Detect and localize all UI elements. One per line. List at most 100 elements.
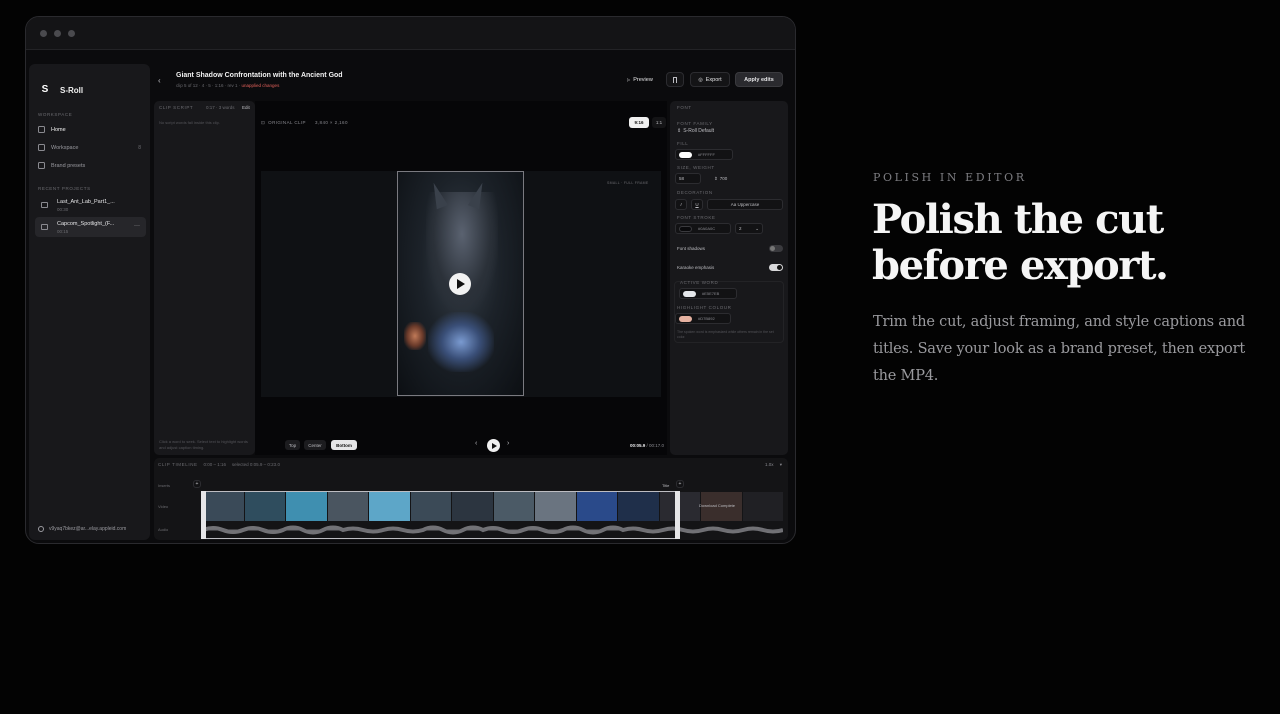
workspace-section-label: WORKSPACE <box>38 112 73 117</box>
chevron-down-icon: ⌄ <box>755 225 759 231</box>
home-icon <box>38 126 45 133</box>
ratio-9-16-button[interactable]: 9:16 <box>629 117 649 128</box>
audio-track-label: Audio <box>158 527 169 532</box>
karaoke-emphasis-toggle[interactable] <box>769 264 783 271</box>
add-title-button[interactable]: + <box>676 480 684 488</box>
script-empty-state: No script words fall inside this clip. <box>159 120 220 125</box>
section-body: Trim the cut, adjust framing, and style … <box>873 314 1245 384</box>
uppercase-toggle[interactable]: Aa Uppercase <box>707 199 783 210</box>
caption-position-center[interactable]: Center <box>304 440 326 450</box>
highlight-color-picker[interactable]: #D7B892 <box>675 313 731 324</box>
italic-toggle[interactable]: I <box>675 199 687 210</box>
font-family-label: FONT FAMILY <box>677 121 713 126</box>
sidebar: S S-Roll WORKSPACE Home Workspace 8 Bran… <box>29 64 150 540</box>
font-shadows-toggle[interactable] <box>769 245 783 252</box>
window-titlebar <box>26 17 795 50</box>
decoration-label: DECORATION <box>677 190 713 195</box>
script-meta: 0:17 · 3 words <box>206 105 235 110</box>
clip-resolution: 3,840 × 2,160 <box>315 120 348 125</box>
account-row[interactable]: v9yaq7bkez@ar...elay.appleid.com <box>38 526 126 532</box>
chevron-up-down-icon: ⇕ <box>677 128 682 134</box>
bookmark-button[interactable] <box>666 72 684 87</box>
folder-icon <box>38 144 45 151</box>
minimize-window-dot[interactable] <box>54 30 61 37</box>
editor-window: S S-Roll WORKSPACE Home Workspace 8 Bran… <box>25 16 796 544</box>
vertical-crop-frame[interactable] <box>397 171 524 396</box>
end-clip-label: Download Complete <box>699 503 736 508</box>
highlight-color-label: HIGHLIGHT COLOUR <box>677 305 732 310</box>
app-name: S-Roll <box>60 85 84 95</box>
previous-frame-icon[interactable]: ‹ <box>475 440 477 447</box>
fill-color-picker[interactable]: #FFFFFF <box>675 149 733 160</box>
clip-script-label: CLIP SCRIPT <box>159 105 194 110</box>
add-insert-button[interactable]: + <box>193 480 201 488</box>
trim-end-handle[interactable] <box>675 491 680 539</box>
highlight-swatch <box>679 315 692 322</box>
preview-button[interactable]: ▷ Preview <box>620 72 660 87</box>
script-edit-button[interactable]: Edit <box>242 105 250 110</box>
sidebar-item-workspace[interactable]: Workspace 8 <box>38 142 141 153</box>
play-button[interactable] <box>487 439 500 452</box>
more-options-icon[interactable]: ··· <box>134 223 140 229</box>
user-icon <box>38 526 44 532</box>
title-clip-tag[interactable]: Title <box>662 483 669 488</box>
active-word-swatch <box>683 290 696 297</box>
caption-position-top[interactable]: Top <box>285 440 300 450</box>
font-shadows-label: Font shadows <box>677 246 706 251</box>
inserts-track-label: Inserts <box>158 483 171 488</box>
font-weight-select[interactable]: ⇕ 700 <box>714 176 727 182</box>
stroke-width-select[interactable]: 2 ⌄ <box>735 223 763 234</box>
karaoke-hint: The spoken word is emphasized while othe… <box>677 330 774 339</box>
section-kicker: POLISH IN EDITOR <box>873 171 1027 184</box>
ratio-1-1-button[interactable]: 1:1 <box>652 117 666 128</box>
stroke-swatch <box>679 225 692 232</box>
timeline-label: CLIP TIMELINE 0:00 – 1:16 selected 0:05.… <box>158 462 280 467</box>
maximize-window-dot[interactable] <box>68 30 75 37</box>
caption-position-bottom[interactable]: Bottom <box>331 440 357 450</box>
active-word-color-picker[interactable]: #E5E7EB <box>679 288 737 299</box>
fill-swatch <box>679 151 692 158</box>
export-button[interactable]: ◎ Export <box>690 72 730 87</box>
timeline-selection-range[interactable] <box>203 491 678 539</box>
chevron-down-icon: ▾ <box>779 462 782 467</box>
font-family-select[interactable]: ⇕ S-Roll Default <box>677 128 714 134</box>
original-clip-label: ⊡ ORIGINAL CLIP <box>261 120 306 125</box>
crop-icon: ⊡ <box>261 120 266 125</box>
karaoke-emphasis-label: Karaoke emphasis <box>677 265 715 270</box>
font-style-panel: FONT FONT FAMILY ⇕ S-Roll Default FILL #F… <box>670 101 788 455</box>
play-overlay-icon[interactable] <box>449 273 471 295</box>
underline-toggle[interactable]: U <box>691 199 703 210</box>
sidebar-item-home[interactable]: Home <box>38 124 141 135</box>
recent-projects-label: RECENT PROJECTS <box>38 186 91 191</box>
app-logo[interactable]: S S-Roll <box>39 84 83 96</box>
script-footer-hint: Click a word to seek. Select text to hig… <box>159 439 248 450</box>
apply-edits-button[interactable]: Apply edits <box>735 72 783 87</box>
clip-meta: clip 5 of 12 · 4 · 5 · 1:16 · rev 1 · un… <box>176 83 280 88</box>
active-word-label: ACTIVE WORD <box>680 280 719 285</box>
export-icon: ◎ <box>698 76 703 83</box>
sidebar-item-brand-presets[interactable]: Brand presets <box>38 160 141 171</box>
font-stroke-label: FONT STROKE <box>677 215 716 220</box>
chevron-up-down-icon: ⇕ <box>714 176 718 181</box>
workspace-count: 8 <box>138 144 141 151</box>
timeline-zoom-select[interactable]: 1.0x ▾ <box>765 462 782 468</box>
unapplied-changes-label: unapplied changes <box>241 83 280 88</box>
close-window-dot[interactable] <box>40 30 47 37</box>
clip-title: Giant Shadow Confrontation with the Anci… <box>176 72 343 79</box>
editor-header: ‹ Giant Shadow Confrontation with the An… <box>154 64 788 98</box>
video-track-label: Video <box>158 504 169 509</box>
clip-timeline: CLIP TIMELINE 0:00 – 1:16 selected 0:05.… <box>154 458 788 540</box>
recent-project-item[interactable]: Last_Ant_Lab_Part1_... 00:30 <box>35 195 146 215</box>
playback-timecode: 00:05.9 / 00:17.0 <box>630 443 665 448</box>
film-icon <box>41 224 48 230</box>
trim-start-handle[interactable] <box>201 491 206 539</box>
back-chevron-icon[interactable]: ‹ <box>158 76 161 85</box>
recent-project-item-active[interactable]: Capcom_Spotlight_(F... 00:15 ··· <box>35 217 146 237</box>
next-frame-icon[interactable]: › <box>507 440 509 447</box>
font-size-input[interactable]: 58 <box>675 173 701 184</box>
stroke-color-picker[interactable]: #0A0A0C <box>675 223 731 234</box>
size-weight-label: SIZE, WEIGHT <box>677 165 715 170</box>
palette-icon <box>38 162 45 169</box>
clip-script-panel: CLIP SCRIPT 0:17 · 3 words Edit No scrip… <box>154 101 255 455</box>
fill-label: FILL <box>677 141 689 146</box>
